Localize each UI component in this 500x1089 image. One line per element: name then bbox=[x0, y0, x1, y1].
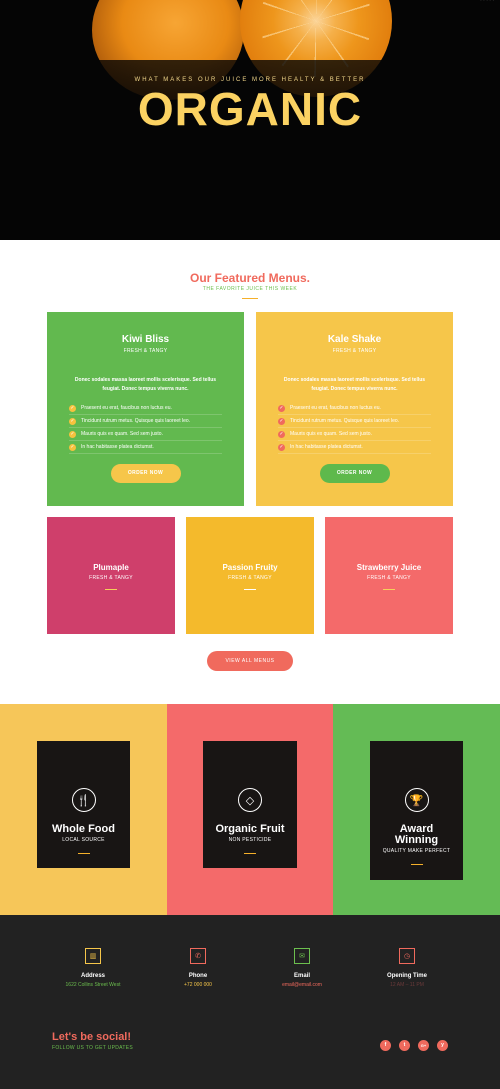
menu-card-ingredients: ✓ Praesent eu erat, faucibus non luctus e… bbox=[69, 402, 222, 454]
menu-card-title: Passion Fruity bbox=[222, 563, 278, 572]
feature-subtitle: QUALITY MAKE PERFECT bbox=[382, 848, 451, 854]
check-icon: ✓ bbox=[69, 443, 76, 451]
check-icon: ✓ bbox=[69, 430, 76, 438]
menu-card-plumaple[interactable]: Plumaple FRESH & TANGY bbox=[47, 517, 175, 634]
list-item: ✓ In hac habitasse platea dictumst. bbox=[278, 441, 431, 454]
feature-subtitle: NON PESTICIDE bbox=[228, 837, 272, 843]
menu-card-description: Donec sodales massa laoreet mollis scele… bbox=[74, 377, 217, 392]
feature-panel-organic-fruit: ◇ Organic Fruit NON PESTICIDE bbox=[167, 704, 334, 915]
menus-divider bbox=[242, 298, 258, 299]
building-icon: ▥ bbox=[85, 948, 101, 964]
diamond-icon: ◇ bbox=[238, 788, 262, 812]
feature-divider bbox=[410, 864, 423, 865]
mail-icon: ✉ bbox=[294, 948, 310, 964]
menu-card-kiwi-bliss: Kiwi Bliss FRESH & TANGY Donec sodales m… bbox=[47, 312, 244, 506]
menu-card-title: Strawberry Juice bbox=[356, 563, 422, 572]
contact-label: Address bbox=[80, 973, 105, 979]
check-icon: ✓ bbox=[69, 404, 76, 412]
feature-divider bbox=[77, 853, 90, 854]
feature-divider bbox=[244, 853, 256, 854]
feature-panel-award-winning: 🏆 Award Winning QUALITY MAKE PERFECT bbox=[333, 704, 500, 915]
menus-subtitle: THE FAVORITE JUICE THIS WEEK bbox=[202, 286, 298, 292]
feature-subtitle: LOCAL SOURCE bbox=[62, 837, 105, 843]
menu-card-tagline: FRESH & TANGY bbox=[367, 575, 411, 581]
feature-box: 🏆 Award Winning QUALITY MAKE PERFECT bbox=[370, 741, 463, 880]
menu-card-tagline: FRESH & TANGY bbox=[228, 575, 272, 581]
menu-card-description: Donec sodales massa laoreet mollis scele… bbox=[283, 377, 426, 392]
feature-title: Organic Fruit bbox=[215, 823, 285, 835]
feature-panel-whole-food: 🍴 Whole Food LOCAL SOURCE bbox=[0, 704, 167, 915]
menu-card-tagline: FRESH & TANGY bbox=[123, 348, 168, 354]
yelp-icon[interactable]: y bbox=[437, 1040, 448, 1051]
contact-label: Opening Time bbox=[387, 973, 427, 979]
google-plus-icon[interactable]: G+ bbox=[418, 1040, 429, 1051]
order-now-button[interactable]: ORDER NOW bbox=[110, 464, 181, 483]
check-icon: ✓ bbox=[278, 430, 285, 438]
feature-title: Award Winning bbox=[394, 823, 439, 846]
twitter-icon[interactable]: t bbox=[399, 1040, 410, 1051]
check-icon: ✓ bbox=[278, 443, 285, 451]
footer: ▥ Address 1622 Collins Street West ✆ Pho… bbox=[0, 915, 500, 1089]
hero-section: · · · · · WHAT MAKES OUR JUICE MORE HEAL… bbox=[0, 0, 500, 240]
list-item: ✓ Praesent eu erat, faucibus non luctus e… bbox=[278, 402, 431, 415]
list-item: ✓ Praesent eu erat, faucibus non luctus e… bbox=[69, 402, 222, 415]
menu-card-divider bbox=[244, 589, 256, 590]
social-title: Let's be social! bbox=[52, 1031, 132, 1043]
contact-value: 1622 Collins Street West bbox=[65, 982, 121, 988]
menu-card-ingredients: ✓ Praesent eu erat, faucibus non luctus e… bbox=[278, 402, 431, 454]
cutlery-icon: 🍴 bbox=[71, 788, 96, 812]
check-icon: ✓ bbox=[278, 404, 285, 412]
contact-phone: ✆ Phone +72 000 000 bbox=[148, 948, 248, 988]
feature-box: ◇ Organic Fruit NON PESTICIDE bbox=[203, 741, 297, 868]
menu-card-title: Plumaple bbox=[93, 563, 129, 572]
view-all-menus-button[interactable]: VIEW ALL MENUS bbox=[207, 651, 293, 671]
clock-icon: ◷ bbox=[399, 948, 415, 964]
check-icon: ✓ bbox=[69, 417, 76, 425]
menu-card-divider bbox=[105, 589, 117, 590]
list-item: ✓ Tincidunt rutrum metus. Quisque quis la… bbox=[278, 415, 431, 428]
contact-opening-time: ◷ Opening Time 12 AM – 11 PM bbox=[357, 948, 457, 988]
list-item: ✓ Tincidunt rutrum metus. Quisque quis la… bbox=[69, 415, 222, 428]
contact-value: 12 AM – 11 PM bbox=[390, 982, 424, 988]
hero-title: ORGANIC bbox=[137, 83, 363, 135]
order-now-button[interactable]: ORDER NOW bbox=[319, 464, 390, 483]
top-nav-links[interactable]: · · · · · bbox=[480, 0, 494, 4]
menu-card-title: Kale Shake bbox=[327, 334, 382, 345]
menus-title: Our Featured Menus. bbox=[189, 271, 311, 285]
feature-box: 🍴 Whole Food LOCAL SOURCE bbox=[37, 741, 130, 868]
contact-address: ▥ Address 1622 Collins Street West bbox=[43, 948, 143, 988]
contact-value[interactable]: +72 000 000 bbox=[148, 982, 248, 988]
menu-card-kale-shake: Kale Shake FRESH & TANGY Donec sodales m… bbox=[256, 312, 453, 506]
feature-title: Whole Food bbox=[52, 823, 115, 835]
menu-card-tagline: FRESH & TANGY bbox=[332, 348, 377, 354]
list-item: ✓ In hac habitasse platea dictumst. bbox=[69, 441, 222, 454]
menu-card-title: Kiwi Bliss bbox=[121, 334, 170, 345]
menu-card-strawberry-juice[interactable]: Strawberry Juice FRESH & TANGY bbox=[325, 517, 453, 634]
check-icon: ✓ bbox=[278, 417, 285, 425]
contact-value[interactable]: email@email.com bbox=[252, 982, 352, 988]
list-item: ✓ Mauris quis ex quam. Sed sem justo. bbox=[278, 428, 431, 441]
facebook-icon[interactable]: f bbox=[380, 1040, 391, 1051]
contact-label: Phone bbox=[188, 973, 208, 979]
contact-email: ✉ Email email@email.com bbox=[252, 948, 352, 988]
menu-card-divider bbox=[383, 589, 395, 590]
social-subtitle: FOLLOW US TO GET UPDATES bbox=[52, 1045, 134, 1051]
phone-icon: ✆ bbox=[190, 948, 206, 964]
trophy-icon: 🏆 bbox=[404, 788, 429, 812]
list-item: ✓ Mauris quis ex quam. Sed sem justo. bbox=[69, 428, 222, 441]
contact-label: Email bbox=[293, 973, 310, 979]
menu-card-tagline: FRESH & TANGY bbox=[89, 575, 133, 581]
menu-card-passion-fruity[interactable]: Passion Fruity FRESH & TANGY bbox=[186, 517, 314, 634]
